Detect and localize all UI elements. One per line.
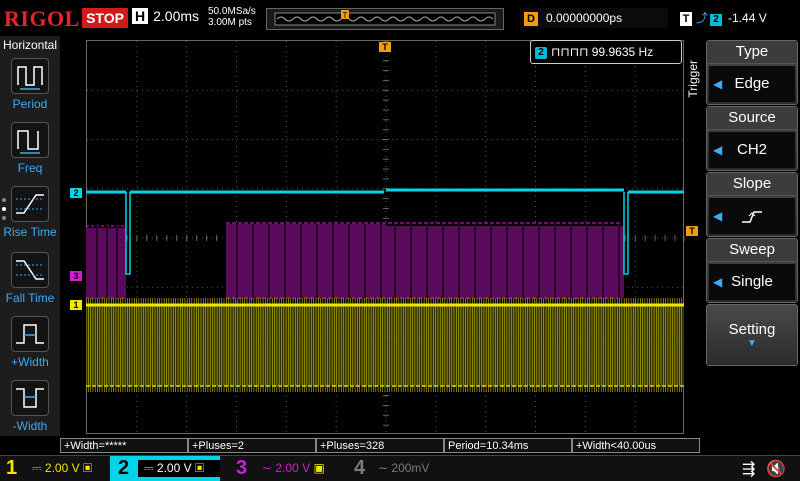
sample-rate: 50.0MSa/s [208,6,256,17]
horizontal-timebase[interactable]: H 2.00ms [132,8,199,24]
freq-value: 99.9635 Hz [591,45,654,59]
trigger-slope-title: Slope [707,173,797,196]
measurement-item[interactable]: Period=10.34ms [444,438,572,453]
left-arrow-icon: ◀ [713,77,723,91]
usb-icon: ⇶ [742,461,756,478]
rise-time-icon [11,186,49,222]
rising-slope-icon [742,211,762,223]
freq-label: Freq [17,161,43,175]
ac-coupling-icon: ∼ [262,461,276,475]
memory-position-strip[interactable]: T [266,8,504,30]
ch4-scale-value: 200mV [391,461,430,475]
trigger-label: T [680,12,692,26]
ch3-number[interactable]: 3 [236,456,247,481]
bandwidth-limit-icon: ▣ [82,461,93,475]
speaker-muted-icon[interactable]: 🔇 [766,459,786,479]
memory-waveform-preview: T [274,10,496,26]
measurement-item[interactable]: +Width=***** [60,438,188,453]
ch1-scale-value: 2.00 V [44,461,80,475]
ch2-number[interactable]: 2 [118,456,129,481]
measure-freq-button[interactable]: Freq [0,122,60,175]
menu-page-dots [2,198,6,220]
frequency-icon [11,122,49,158]
ch3-marker[interactable]: 3 [70,271,82,281]
ch3-waveform [86,222,624,299]
sample-rate-info: 50.0MSa/s 3.00M pts [208,6,256,28]
trigger-delay[interactable]: D 0.00000000ps [520,8,668,28]
ch3-scale-value: 2.00 V [275,461,311,475]
ch1-waveform [86,298,684,392]
trigger-sweep-button[interactable]: Sweep ◀ Single [706,238,798,303]
svg-text:T: T [343,11,348,20]
trigger-slope-button[interactable]: Slope ◀ [706,172,798,237]
frequency-readout: 2 ⊓⊓⊓⊓ 99.9635 Hz [530,40,682,64]
trigger-status[interactable]: T ⤴ 2 -1.44 V [676,8,798,28]
bandwidth-limit-icon: ▣ [313,461,325,475]
brand-logo: RIGOL [4,6,80,31]
ch1-marker[interactable]: 1 [70,300,82,310]
trigger-setting-title: Setting [728,321,776,338]
delay-value: 0.00000000ps [546,11,623,25]
period-label: Period [12,97,48,111]
bandwidth-limit-icon: ▣ [194,461,205,475]
measure-positive-width-button[interactable]: +Width [0,316,60,369]
positive-width-label: +Width [11,355,49,369]
ch2-scale[interactable]: ⎓ 2.00 V ▣ [138,460,220,477]
ch2-scale-value: 2.00 V [156,461,192,475]
ch3-scale[interactable]: ∼ 2.00 V ▣ [256,460,336,477]
waveform-traces [86,188,684,392]
fall-time-label: Fall Time [5,291,55,305]
down-arrow-icon: ▼ [747,338,757,349]
left-arrow-icon: ◀ [713,143,723,157]
memory-depth: 3.00M pts [208,17,252,28]
trigger-source-title: Source [707,107,797,130]
rising-edge-icon: ⤴ [696,11,709,25]
trigger-type-title: Type [707,41,797,64]
ch2-marker[interactable]: 2 [70,188,82,198]
measure-negative-width-button[interactable]: -Width [0,380,60,433]
measurement-item[interactable]: +Pluses=2 [188,438,316,453]
measure-rise-time-button[interactable]: Rise Time [0,186,60,239]
measure-fall-time-button[interactable]: Fall Time [0,252,60,305]
trigger-source-value: CH2 [736,141,767,158]
pulse-icon: ⊓⊓⊓⊓ [551,45,589,59]
trigger-type-value: Edge [734,75,770,92]
trigger-level: -1.44 V [728,11,767,25]
ch1-number[interactable]: 1 [6,456,17,481]
trigger-channel-badge: 2 [710,14,723,26]
dc-coupling-icon: ⎓ [144,461,157,475]
period-icon [11,58,49,94]
trigger-menu-label: Trigger [686,60,700,98]
measure-period-button[interactable]: Period [0,58,60,111]
trigger-setting-button[interactable]: Setting ▼ [706,304,798,366]
freq-channel-badge: 2 [535,46,547,59]
trigger-source-button[interactable]: Source ◀ CH2 [706,106,798,171]
channel-status-bar: 1 ⎓ 2.00 V ▣ 2 ⎓ 2.00 V ▣ 3 ∼ 2.00 V ▣ 4… [0,455,800,481]
negative-width-label: -Width [12,419,48,433]
run-stop-indicator[interactable]: STOP [82,8,128,28]
trigger-type-button[interactable]: Type ◀ Edge [706,40,798,105]
positive-width-icon [11,316,49,352]
trigger-position-marker[interactable]: T [379,42,391,52]
horizontal-panel-title: Horizontal [2,38,58,52]
measurement-bar: +Width=***** +Pluses=2 +Pluses=328 Perio… [60,438,700,454]
left-arrow-icon: ◀ [713,209,723,223]
h-label: H [132,8,149,24]
ch1-scale[interactable]: ⎓ 2.00 V ▣ [26,460,106,477]
fall-time-icon [11,252,49,288]
trigger-level-marker[interactable]: T [686,226,698,236]
delay-label: D [524,12,538,26]
timebase-value: 2.00ms [153,8,200,24]
negative-width-icon [11,380,49,416]
rise-time-label: Rise Time [3,225,57,239]
left-arrow-icon: ◀ [713,275,723,289]
ch4-number[interactable]: 4 [354,456,365,481]
trigger-sweep-title: Sweep [707,239,797,262]
ch4-scale[interactable]: ∼ 200mV [372,460,452,477]
dc-coupling-icon: ⎓ [32,461,45,475]
ac-coupling-icon: ∼ [378,461,392,475]
measurement-item[interactable]: +Width<40.00us [572,438,700,453]
measurement-item[interactable]: +Pluses=328 [316,438,444,453]
trigger-sweep-value: Single [731,273,773,290]
